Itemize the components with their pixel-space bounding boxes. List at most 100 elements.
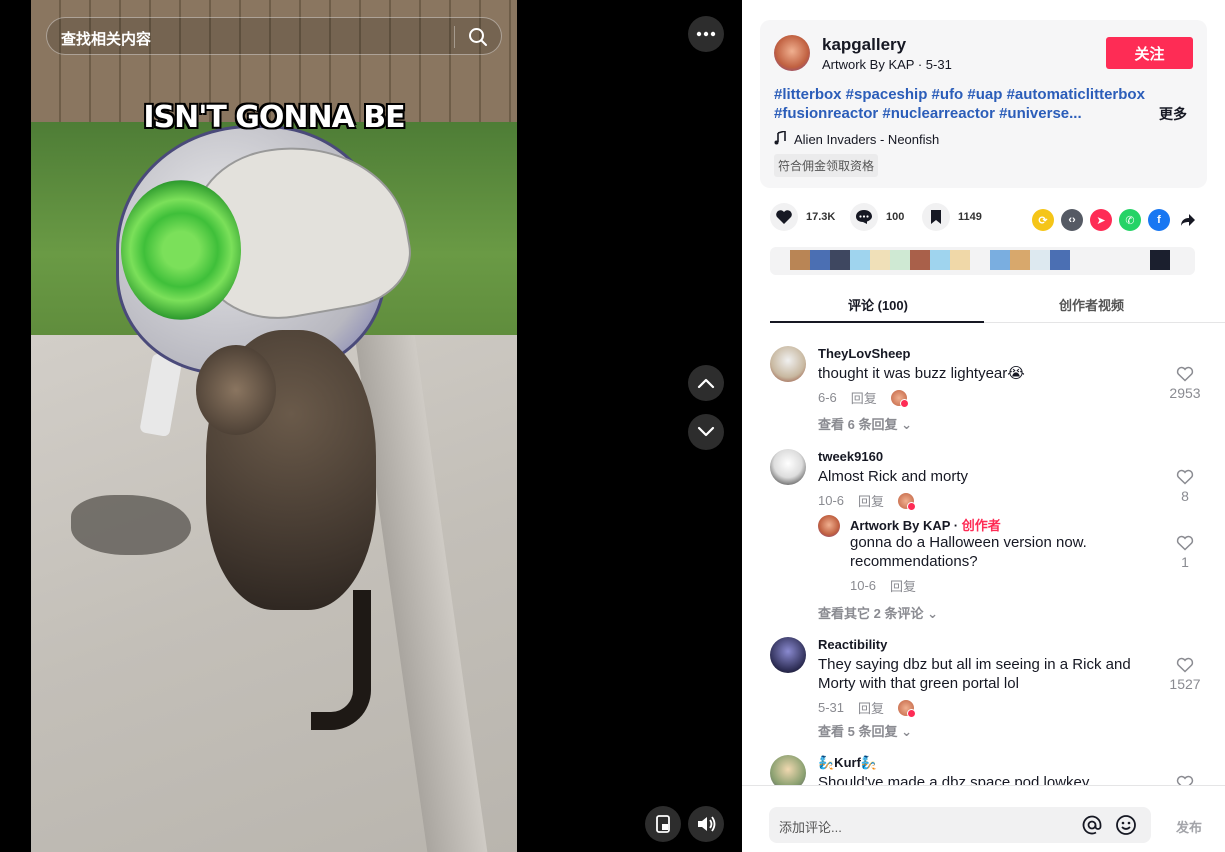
floating-player-icon[interactable]: [645, 806, 681, 842]
embed-icon[interactable]: ‹›: [1061, 209, 1083, 231]
cat-head: [196, 345, 276, 435]
related-search-bar[interactable]: 查找相关内容: [46, 17, 502, 55]
share-arrow-icon[interactable]: [1177, 209, 1199, 231]
avatar[interactable]: [818, 515, 840, 537]
reply-button[interactable]: 回复: [851, 388, 877, 407]
video-caption: ISN'T GONNA BE: [143, 100, 405, 135]
pixel-block: [850, 250, 870, 270]
comment-composer: 添加评论... 发布: [742, 785, 1225, 852]
pixel-block: [1030, 250, 1050, 270]
detail-panel: kapgallery Artwork By KAP · 5-31 关注 #lit…: [742, 0, 1225, 852]
heart-icon[interactable]: [1176, 657, 1194, 673]
hashtags-line-1[interactable]: #litterbox #spaceship #ufo #uap #automat…: [774, 85, 1154, 104]
pixel-block: [950, 250, 970, 270]
view-replies-label: 查看 5 条回复: [818, 724, 898, 739]
reply-username: Artwork By KAP · 创作者: [850, 518, 1001, 533]
pixel-block: [1150, 250, 1170, 270]
comment-icon[interactable]: [850, 203, 878, 231]
comment-like[interactable]: 8: [1160, 469, 1210, 504]
hashtags-line-2[interactable]: #fusionreactor #nuclearreactor #universe…: [774, 104, 1154, 123]
comment-username[interactable]: Reactibility: [818, 637, 887, 652]
comment-username[interactable]: TheyLovSheep: [818, 346, 910, 361]
save-count: 1149: [958, 211, 982, 223]
save-action[interactable]: 1149: [922, 203, 982, 231]
comment-date: 5-31: [818, 700, 845, 715]
more-description-button[interactable]: 更多: [1159, 104, 1187, 124]
follow-button[interactable]: 关注: [1106, 37, 1193, 69]
like-action[interactable]: 17.3K: [770, 203, 835, 231]
video-player: ISN'T GONNA BE 查找相关内容: [0, 0, 742, 852]
post-button[interactable]: 发布: [1176, 817, 1202, 836]
emoji-icon[interactable]: [1115, 814, 1137, 841]
pixel-block: [810, 250, 830, 270]
creator-liked-avatar: [898, 699, 917, 718]
pixel-block: [790, 250, 810, 270]
view-more-comments-button[interactable]: 查看其它 2 条评论 ⌄: [818, 603, 938, 622]
reply-button[interactable]: 回复: [858, 698, 884, 717]
music-link[interactable]: Alien Invaders - Neonfish: [774, 129, 940, 148]
panel-tabs: 评论 (100) 创作者视频: [770, 287, 1225, 323]
reply-date: 10-6: [850, 578, 877, 593]
cat-tail: [311, 590, 371, 730]
video-frame[interactable]: ISN'T GONNA BE: [31, 0, 517, 852]
chevron-up-icon[interactable]: [688, 365, 724, 401]
pixel-block: [890, 250, 910, 270]
bookmark-icon[interactable]: [922, 203, 950, 231]
reply-text: gonna do a Halloween version now. recomm…: [850, 534, 1087, 570]
tab-comments[interactable]: 评论 (100): [848, 295, 908, 314]
avatar[interactable]: [770, 346, 806, 382]
heart-icon[interactable]: [1176, 469, 1194, 485]
creator-badge: 创作者: [961, 518, 1001, 533]
search-divider: [454, 26, 455, 48]
pixel-block: [930, 250, 950, 270]
whatsapp-icon[interactable]: ✆: [1119, 209, 1141, 231]
hashtags: #litterbox #spaceship #ufo #uap #automat…: [774, 85, 1154, 123]
comment-like[interactable]: 1527: [1160, 657, 1210, 692]
tab-creator-videos[interactable]: 创作者视频: [1059, 295, 1124, 314]
reply-like[interactable]: 1: [1160, 535, 1210, 570]
pod-portal: [121, 180, 241, 320]
author-username[interactable]: kapgallery: [822, 35, 906, 55]
pixel-block: [990, 250, 1010, 270]
send-icon[interactable]: ➤: [1090, 209, 1112, 231]
view-replies-button[interactable]: 查看 6 条回复 ⌄: [818, 414, 912, 433]
active-tab-indicator: [770, 321, 984, 323]
view-replies-button[interactable]: 查看 5 条回复 ⌄: [818, 721, 912, 740]
pixel-block: [830, 250, 850, 270]
at-icon[interactable]: [1081, 814, 1103, 841]
comment-username[interactable]: tweek9160: [818, 449, 883, 464]
comment-count: 100: [886, 211, 905, 223]
pixel-block: [1050, 250, 1070, 270]
reply-button[interactable]: 回复: [890, 576, 916, 595]
comment-like-count: 8: [1181, 488, 1189, 504]
comment-list: TheyLovSheep thought it was buzz lightye…: [770, 330, 1210, 790]
search-icon[interactable]: [463, 22, 493, 52]
creator-liked-avatar: [898, 492, 917, 511]
avatar[interactable]: [770, 637, 806, 673]
facebook-icon[interactable]: f: [1148, 209, 1170, 231]
volume-icon[interactable]: [688, 806, 724, 842]
comment-meta: 5-31 回复: [818, 698, 917, 718]
pixel-block: [910, 250, 930, 270]
comment-text: They saying dbz but all im seeing in a R…: [818, 656, 1131, 692]
heart-icon[interactable]: [1176, 366, 1194, 382]
comment-input[interactable]: 添加评论...: [769, 807, 1151, 843]
comment-username[interactable]: 🧞Kurf🧞: [818, 755, 877, 771]
reply-button[interactable]: 回复: [858, 491, 884, 510]
avatar[interactable]: [770, 449, 806, 485]
commission-badge: 符合佣金领取资格: [774, 154, 879, 177]
comment-meta: 10-6 回复: [818, 491, 917, 511]
reply-user-name[interactable]: Artwork By KAP: [850, 518, 950, 533]
video-info-card: kapgallery Artwork By KAP · 5-31 关注 #lit…: [760, 20, 1207, 188]
comment-action[interactable]: 100: [850, 203, 904, 231]
creator-liked-avatar: [890, 389, 909, 408]
video-link-bar[interactable]: [770, 247, 1195, 275]
more-icon[interactable]: [688, 16, 724, 52]
heart-icon[interactable]: [770, 203, 798, 231]
comment-like[interactable]: 2953: [1160, 366, 1210, 401]
music-title: Alien Invaders - Neonfish: [794, 132, 940, 147]
heart-icon[interactable]: [1176, 535, 1194, 551]
chevron-down-icon[interactable]: [688, 414, 724, 450]
repost-icon[interactable]: ⟳: [1032, 209, 1054, 231]
author-avatar[interactable]: [774, 35, 810, 71]
